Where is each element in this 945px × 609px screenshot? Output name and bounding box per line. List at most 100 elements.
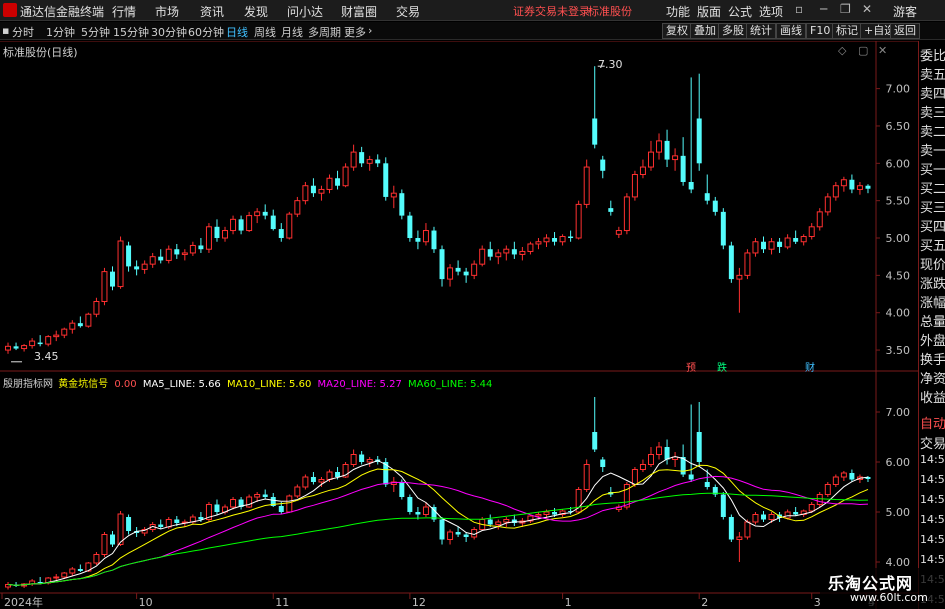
side-item-11: 现价 xyxy=(920,258,945,273)
menu-item-market[interactable]: 市场 xyxy=(155,3,179,20)
main-candle-97 xyxy=(784,237,791,248)
restore-icon[interactable]: ❐ xyxy=(840,2,851,16)
main-candle-63 xyxy=(511,249,517,255)
period-more[interactable]: 更多 xyxy=(344,24,366,40)
menu-toggle-icon[interactable]: ▪ xyxy=(2,24,9,37)
menu-item-function[interactable]: 功能 xyxy=(666,3,690,20)
main-candle-57 xyxy=(463,271,469,276)
candlestick-chart[interactable]: 7.00 6.50 6.00 5.50 5.00 4.50 4.00 3.50 7.00 6.00… xyxy=(0,41,918,609)
menu-item-discover[interactable]: 发现 xyxy=(244,3,268,20)
menu-item-trade[interactable]: 交易 xyxy=(396,3,420,20)
ind-candle-66 xyxy=(535,514,542,517)
menu-item-wealth[interactable]: 财富圈 xyxy=(341,3,377,20)
main-candle-38 xyxy=(310,185,316,194)
main-candle-95 xyxy=(768,241,775,250)
period-60min[interactable]: 60分钟 xyxy=(188,24,224,40)
main-candle-47 xyxy=(383,163,389,197)
side-item-6: 买一 xyxy=(920,163,945,178)
ind-candle-98 xyxy=(793,512,799,515)
window-icon[interactable]: ▫ xyxy=(795,2,803,16)
ind-candle-57 xyxy=(463,534,469,537)
main-candle-76 xyxy=(615,230,622,235)
main-candle-51 xyxy=(415,238,421,242)
panel-close-icon[interactable]: ✕ xyxy=(878,44,887,57)
minimize-icon[interactable]: ─ xyxy=(820,2,827,16)
side-item-13: 涨幅 xyxy=(920,296,945,311)
ind-candle-49 xyxy=(399,482,405,497)
adjust-button[interactable]: 复权 xyxy=(662,23,692,39)
close-icon[interactable]: ✕ xyxy=(862,2,872,16)
statistics-button[interactable]: 统计 xyxy=(746,23,776,39)
back-button[interactable]: 返回 xyxy=(890,23,920,39)
ind-candle-52 xyxy=(422,506,429,515)
ma5-legend: MA5_LINE: 5.66 xyxy=(142,379,221,390)
main-candle-40 xyxy=(326,177,333,190)
main-candle-106 xyxy=(856,185,863,190)
draw-line-button[interactable]: 画线 xyxy=(776,23,806,39)
chevron-right-icon[interactable]: › xyxy=(368,24,372,37)
event-marker-1[interactable]: 预 xyxy=(686,359,696,374)
main-candle-62 xyxy=(503,248,510,254)
menu-item-formula[interactable]: 公式 xyxy=(728,3,752,20)
main-candle-37 xyxy=(302,185,309,202)
main-candle-96 xyxy=(777,241,783,247)
main-candle-64 xyxy=(519,250,526,255)
user-guest[interactable]: 游客 xyxy=(893,3,917,20)
period-15min[interactable]: 15分钟 xyxy=(113,24,149,40)
ind-candle-85 xyxy=(688,474,694,480)
period-weekly[interactable]: 周线 xyxy=(254,24,276,40)
ind-candle-12 xyxy=(101,534,108,555)
period-monthly[interactable]: 月线 xyxy=(281,24,303,40)
overlay-button[interactable]: 叠加 xyxy=(690,23,720,39)
ind-candle-11 xyxy=(93,554,100,564)
side-item-10: 买五 xyxy=(920,239,945,254)
main-candle-19 xyxy=(158,256,164,261)
ind-candle-91 xyxy=(736,536,743,540)
side-item-18: 收益 xyxy=(920,391,945,406)
period-30min[interactable]: 30分钟 xyxy=(151,24,187,40)
main-candle-101 xyxy=(816,211,823,228)
side-item-20[interactable]: 交易 xyxy=(920,433,945,452)
mark-button[interactable]: 标记 xyxy=(832,23,862,39)
panel-settings-icon[interactable]: ◇ xyxy=(838,44,846,57)
f10-button[interactable]: F10 xyxy=(806,23,835,39)
period-intraday[interactable]: 分时 xyxy=(12,24,34,40)
ind-candle-104 xyxy=(840,472,847,478)
main-candle-17 xyxy=(141,263,148,270)
period-5min[interactable]: 5分钟 xyxy=(81,24,110,40)
ind-candle-32 xyxy=(262,494,268,497)
main-candle-41 xyxy=(335,178,341,186)
ind-candle-41 xyxy=(335,472,341,477)
login-notice[interactable]: 证券交易未登录 xyxy=(513,3,590,19)
side-item-26: 14:56 xyxy=(920,553,945,566)
ind-candle-30 xyxy=(246,496,253,508)
main-candle-32 xyxy=(262,211,268,216)
event-marker-2[interactable]: 跌 xyxy=(717,359,727,374)
ind-candle-97 xyxy=(784,511,791,519)
main-candle-22 xyxy=(181,252,188,255)
ind-candle-62 xyxy=(503,519,510,523)
ind-candle-34 xyxy=(278,506,284,512)
menu-item-news[interactable]: 资讯 xyxy=(200,3,224,20)
main-candle-25 xyxy=(205,226,212,250)
indicator-name[interactable]: 殷朋指标网 xyxy=(3,379,53,390)
main-y-tick-label-3: 5.50 xyxy=(886,195,911,208)
menu-item-quotes[interactable]: 行情 xyxy=(112,3,136,20)
menu-item-options[interactable]: 选项 xyxy=(759,3,783,20)
panel-expand-icon[interactable]: ▢ xyxy=(858,44,868,57)
event-marker-3[interactable]: 财 xyxy=(805,359,815,374)
multi-stock-button[interactable]: 多股 xyxy=(718,23,748,39)
side-item-19[interactable]: 自动 xyxy=(920,413,945,432)
ind-candle-90 xyxy=(728,517,734,540)
menu-item-layout[interactable]: 版面 xyxy=(697,3,721,20)
ind-candle-45 xyxy=(366,459,373,463)
menu-item-ask[interactable]: 问小达 xyxy=(287,3,323,20)
ind-y-tick-label-2: 5.00 xyxy=(886,506,911,519)
chart-area[interactable]: 7.00 6.50 6.00 5.50 5.00 4.50 4.00 3.50 7.00 6.00… xyxy=(0,41,918,609)
period-daily[interactable]: 日线 xyxy=(226,24,248,40)
main-candle-93 xyxy=(752,241,759,254)
ma60-legend: MA60_LINE: 5.44 xyxy=(408,379,493,390)
period-multi[interactable]: 多周期 xyxy=(308,24,341,40)
ind-candle-37 xyxy=(302,476,309,488)
period-1min[interactable]: 1分钟 xyxy=(46,24,75,40)
